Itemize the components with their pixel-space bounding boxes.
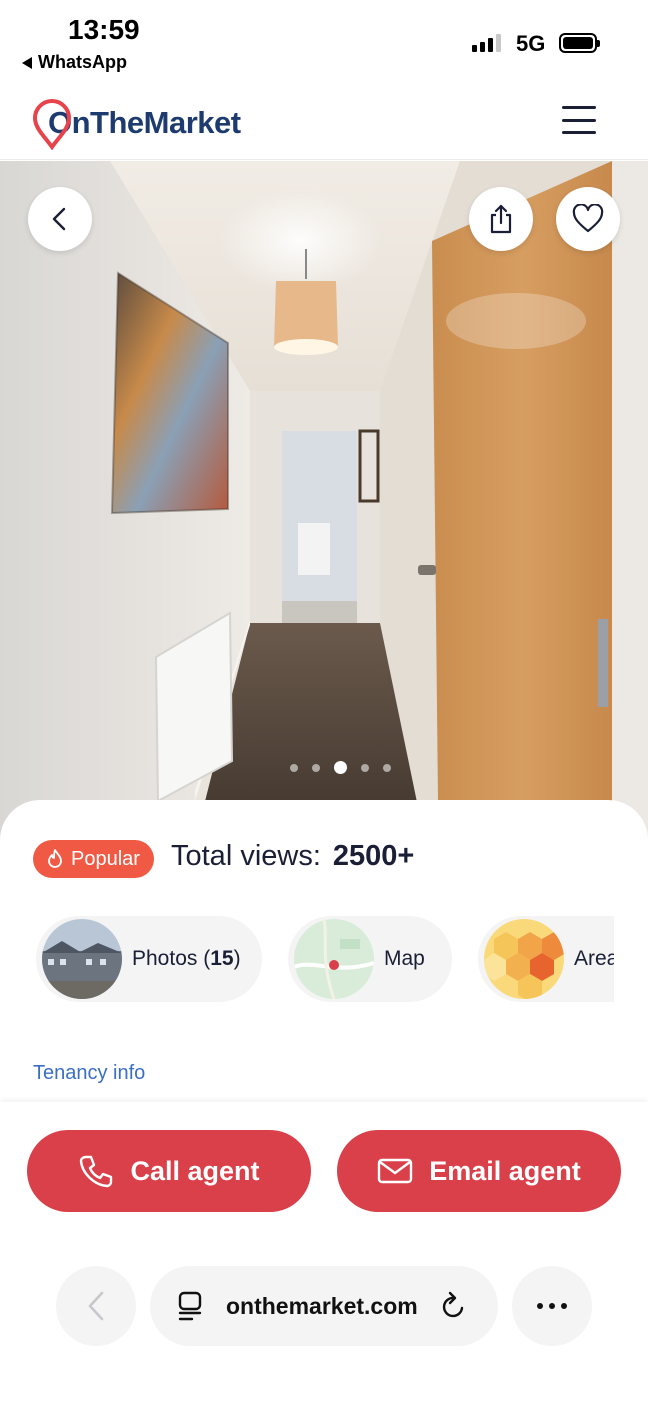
photos-chip-label: Photos (15) bbox=[132, 947, 241, 970]
browser-back-button[interactable] bbox=[56, 1266, 136, 1346]
email-agent-button[interactable]: Email agent bbox=[337, 1130, 621, 1212]
browser-toolbar: onthemarket.com bbox=[0, 1266, 648, 1356]
total-views-value: 2500+ bbox=[332, 840, 415, 872]
address-bar[interactable]: onthemarket.com bbox=[150, 1266, 498, 1346]
map-chip-label: Map bbox=[384, 947, 425, 970]
chevron-left-icon bbox=[88, 1291, 104, 1321]
map-pin-logo-icon bbox=[32, 98, 72, 151]
carousel-dot[interactable] bbox=[312, 763, 320, 772]
back-button[interactable] bbox=[28, 187, 92, 251]
status-time: 13:59 bbox=[68, 14, 140, 45]
back-triangle-icon bbox=[22, 56, 32, 69]
call-agent-label: Call agent bbox=[130, 1155, 260, 1186]
phone-icon bbox=[80, 1155, 113, 1188]
property-photo[interactable] bbox=[0, 161, 648, 841]
back-app-label: WhatsApp bbox=[38, 52, 127, 72]
share-button[interactable] bbox=[469, 187, 533, 251]
favourite-button[interactable] bbox=[556, 187, 620, 251]
popular-badge: Popular bbox=[33, 840, 154, 878]
cell-signal-icon bbox=[472, 34, 501, 52]
carousel-indicator[interactable] bbox=[290, 761, 391, 774]
photos-thumbnail bbox=[42, 919, 122, 999]
site-header: OnTheMarket bbox=[0, 80, 648, 160]
total-views-label: Total views: bbox=[171, 840, 321, 872]
email-agent-label: Email agent bbox=[429, 1155, 581, 1186]
popular-badge-label: Popular bbox=[71, 847, 140, 870]
hallway-photo-image bbox=[0, 161, 648, 841]
tenancy-info-link[interactable]: Tenancy info bbox=[33, 1062, 145, 1085]
photos-chip[interactable]: Photos (15) bbox=[36, 916, 262, 1002]
area-heatmap-thumbnail bbox=[484, 919, 564, 999]
envelope-icon bbox=[378, 1158, 413, 1184]
property-summary-card: Popular Total views: 2500+ Photos (15) M… bbox=[0, 800, 648, 1110]
carousel-dot[interactable] bbox=[361, 763, 369, 772]
more-dot-icon bbox=[549, 1303, 555, 1309]
area-chip-label: Area bbox=[574, 947, 614, 970]
action-bar: Call agent Email agent onthemarket.com bbox=[0, 1102, 648, 1402]
brand-logo[interactable]: OnTheMarket bbox=[32, 98, 241, 151]
call-agent-button[interactable]: Call agent bbox=[27, 1130, 311, 1212]
map-chip[interactable]: Map bbox=[288, 916, 452, 1002]
total-views: Total views: 2500+ bbox=[171, 840, 414, 873]
carousel-dot[interactable] bbox=[383, 763, 391, 772]
reload-icon[interactable] bbox=[440, 1291, 468, 1321]
battery-icon bbox=[559, 33, 600, 53]
chevron-left-icon bbox=[52, 207, 66, 231]
area-chip[interactable]: Area bbox=[478, 916, 614, 1002]
flame-icon bbox=[48, 849, 62, 868]
share-icon bbox=[490, 204, 512, 234]
more-options-button[interactable] bbox=[512, 1266, 592, 1346]
back-to-app-link[interactable]: WhatsApp bbox=[22, 52, 127, 73]
more-dot-icon bbox=[537, 1303, 543, 1309]
brand-name: OnTheMarket bbox=[48, 105, 241, 140]
heart-icon bbox=[572, 204, 604, 233]
page-menu-icon[interactable] bbox=[176, 1291, 204, 1321]
carousel-dot-active[interactable] bbox=[334, 761, 347, 774]
network-type: 5G bbox=[516, 31, 546, 56]
address-bar-url: onthemarket.com bbox=[226, 1292, 418, 1319]
hamburger-menu-icon[interactable] bbox=[562, 106, 596, 134]
more-dot-icon bbox=[561, 1303, 567, 1309]
map-thumbnail bbox=[294, 919, 374, 999]
photos-count: 15 bbox=[210, 947, 234, 970]
status-bar: 13:59 WhatsApp 5G bbox=[0, 0, 648, 80]
carousel-dot[interactable] bbox=[290, 763, 298, 772]
